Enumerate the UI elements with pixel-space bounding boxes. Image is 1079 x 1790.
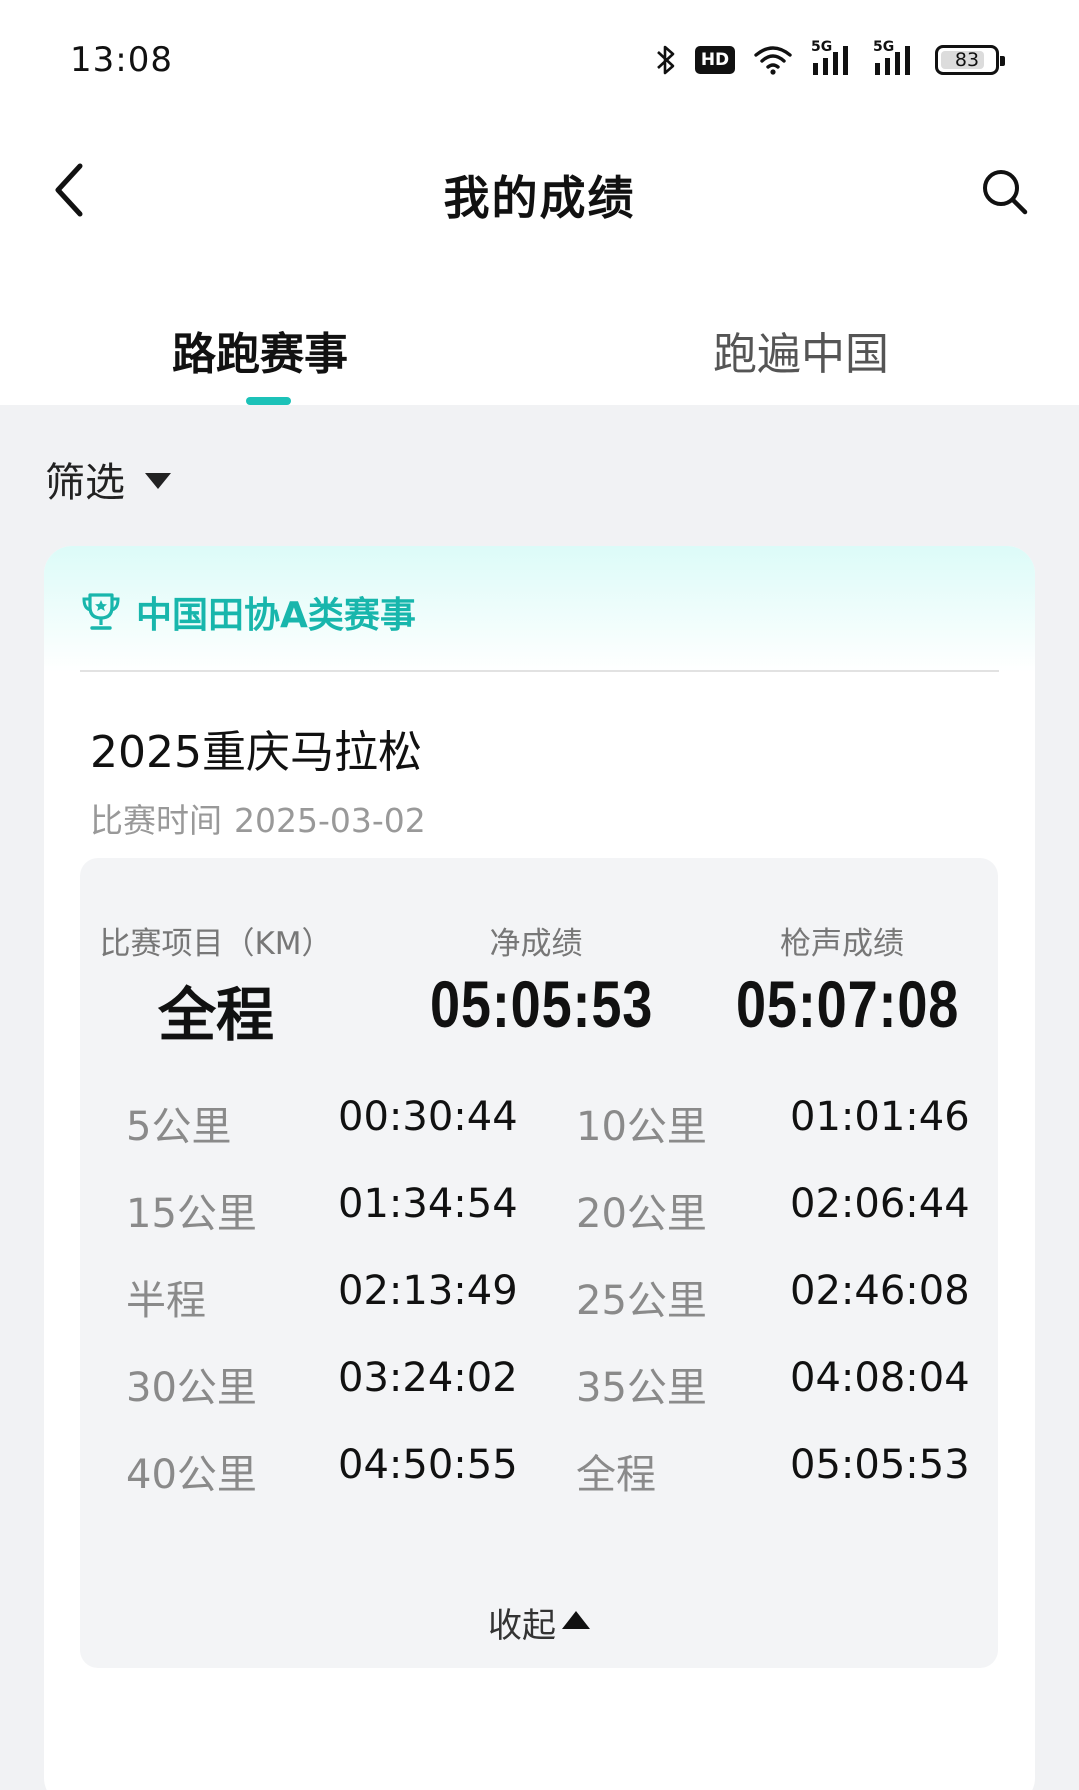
split-time: 04:08:04 <box>790 1355 970 1401</box>
bluetooth-icon <box>657 45 675 75</box>
cellular-signal-1-icon: 5G <box>811 39 855 77</box>
battery-level: 83 <box>954 49 980 71</box>
race-date-label: 比赛时间 <box>90 801 222 840</box>
status-bar: 13:08 HD 5G 5G 83 <box>0 0 1079 120</box>
split-label: 30公里 <box>126 1365 257 1411</box>
cellular-signal-2-icon: 5G <box>873 39 917 77</box>
split-time: 00:30:44 <box>338 1094 518 1140</box>
category-label: 中国田协A类赛事 <box>136 595 416 636</box>
split-label: 25公里 <box>576 1278 707 1324</box>
race-name: 2025重庆马拉松 <box>90 727 422 778</box>
hd-voice-icon: HD <box>695 46 735 74</box>
caret-down-icon <box>145 473 171 489</box>
battery-icon: 83 <box>935 45 1005 75</box>
filter-dropdown[interactable]: 筛选 <box>45 450 171 508</box>
split-row: 30公里 03:24:02 35公里 04:08:04 <box>80 1355 998 1442</box>
search-button[interactable] <box>975 162 1035 222</box>
split-row: 40公里 04:50:55 全程 05:05:53 <box>80 1442 998 1529</box>
tab-road-races[interactable]: 路跑赛事 <box>172 318 348 382</box>
net-time-value: 05:05:53 <box>430 967 654 1041</box>
split-time: 02:06:44 <box>790 1181 970 1227</box>
event-value: 全程 <box>157 981 274 1049</box>
split-label: 35公里 <box>576 1365 707 1411</box>
race-date: 比赛时间 2025-03-02 <box>90 794 426 842</box>
status-icons: HD 5G 5G 83 <box>655 39 1005 78</box>
split-label: 5公里 <box>126 1104 232 1150</box>
split-time: 05:05:53 <box>790 1442 970 1488</box>
split-times: 5公里 00:30:44 10公里 01:01:46 15公里 01:34:54… <box>80 1094 998 1529</box>
search-icon <box>983 170 1028 215</box>
split-label: 全程 <box>576 1452 656 1498</box>
trophy-icon <box>82 593 120 630</box>
collapse-label: 收起 <box>488 1606 556 1646</box>
split-time: 01:01:46 <box>790 1094 970 1140</box>
gun-time-value: 05:07:08 <box>736 967 960 1041</box>
race-date-value: 2025-03-02 <box>234 801 426 840</box>
split-label: 半程 <box>126 1278 206 1324</box>
split-label: 15公里 <box>126 1191 257 1237</box>
page-title: 我的成绩 <box>443 171 636 225</box>
race-category: 中国田协A类赛事 <box>80 586 416 638</box>
split-time: 01:34:54 <box>338 1181 518 1227</box>
divider <box>80 670 999 672</box>
race-result-card[interactable]: 中国田协A类赛事 2025重庆马拉松 比赛时间 2025-03-02 比赛项目（K… <box>44 546 1035 1790</box>
split-time: 03:24:02 <box>338 1355 518 1401</box>
split-time: 02:46:08 <box>790 1268 970 1314</box>
status-time: 13:08 <box>70 40 173 80</box>
gun-time-header: 枪声成绩 <box>780 926 904 962</box>
event-header: 比赛项目（KM） <box>99 926 333 962</box>
collapse-button[interactable]: 收起 <box>80 1598 998 1647</box>
tab-run-china[interactable]: 跑遍中国 <box>713 318 889 382</box>
split-label: 40公里 <box>126 1452 257 1498</box>
split-row: 15公里 01:34:54 20公里 02:06:44 <box>80 1181 998 1268</box>
tab-active-indicator <box>246 397 291 405</box>
card-header: 中国田协A类赛事 <box>44 546 1035 672</box>
split-row: 半程 02:13:49 25公里 02:46:08 <box>80 1268 998 1355</box>
result-panel: 比赛项目（KM） 净成绩 枪声成绩 全程 05:05:53 05:07:08 5… <box>80 858 998 1668</box>
split-time: 02:13:49 <box>338 1268 518 1314</box>
caret-up-icon <box>562 1610 590 1629</box>
filter-label: 筛选 <box>45 460 125 506</box>
split-label: 10公里 <box>576 1104 707 1150</box>
net-time-header: 净成绩 <box>489 926 583 962</box>
wifi-icon <box>754 46 792 75</box>
split-time: 04:50:55 <box>338 1442 518 1488</box>
split-label: 20公里 <box>576 1191 707 1237</box>
split-row: 5公里 00:30:44 10公里 01:01:46 <box>80 1094 998 1181</box>
